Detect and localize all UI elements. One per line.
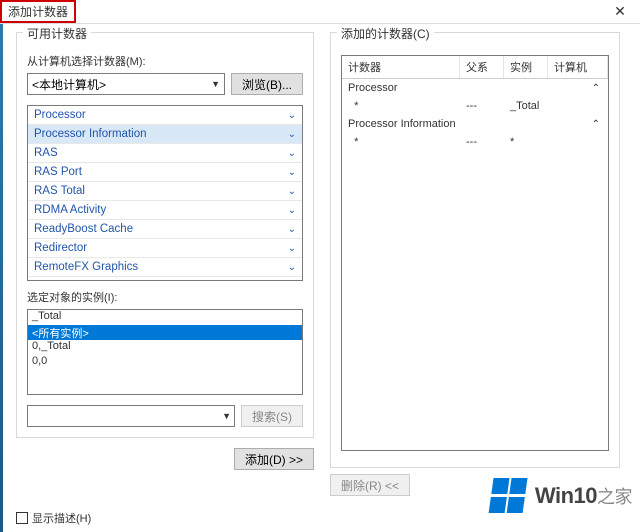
chevron-down-icon: ⌄ (288, 243, 296, 254)
window-title: 添加计数器 (0, 0, 76, 23)
chevron-down-icon: ⌄ (288, 262, 296, 273)
counter-item[interactable]: ReadyBoost Cache ⌄ (28, 220, 302, 239)
added-group-title: 添加的计数器(C) (337, 25, 434, 42)
th-instance[interactable]: 实例 (504, 56, 548, 78)
instance-item[interactable]: _Total (28, 310, 302, 325)
from-computer-label: 从计算机选择计数器(M): (27, 53, 303, 69)
close-button[interactable]: ✕ (600, 0, 640, 24)
counter-item-label: Redirector (34, 242, 87, 254)
chevron-up-icon: ⌃ (592, 119, 600, 130)
chevron-up-icon: ⌃ (592, 83, 600, 94)
search-combo[interactable]: ▼ (27, 405, 235, 427)
instance-item[interactable]: 0,_Total (28, 340, 302, 355)
counter-item-label: ReadyBoost Cache (34, 223, 133, 235)
added-table-header: 计数器 父系 实例 计算机 (342, 56, 608, 79)
titlebar: 添加计数器 ✕ (0, 0, 640, 24)
counter-item[interactable]: RAS ⌄ (28, 144, 302, 163)
counter-item[interactable]: Processor Information ⌄ (28, 125, 302, 144)
windows-logo-icon (488, 478, 529, 514)
instances-label: 选定对象的实例(I): (27, 289, 303, 305)
instance-item[interactable]: <所有实例> (28, 325, 302, 340)
computer-combo-value: <本地计算机> (32, 76, 106, 93)
available-counters-group: 可用计数器 从计算机选择计数器(M): <本地计算机> ▼ 浏览(B)... P… (16, 32, 314, 438)
chevron-down-icon: ▼ (222, 411, 231, 421)
th-counter[interactable]: 计数器 (342, 56, 460, 78)
window-left-edge (0, 24, 3, 532)
counter-list[interactable]: Processor⌄Processor Information⌄RAS⌄RAS … (27, 105, 303, 281)
search-button[interactable]: 搜索(S) (241, 405, 303, 427)
counter-item-label: RemoteFX Graphics (34, 261, 138, 273)
chevron-down-icon: ⌄ (288, 148, 296, 159)
chevron-down-icon: ▼ (211, 79, 220, 89)
added-counters-group: 添加的计数器(C) 计数器 父系 实例 计算机 Processor⌃ *---_… (330, 32, 620, 468)
chevron-down-icon: ⌄ (288, 110, 296, 121)
available-group-title: 可用计数器 (23, 25, 91, 42)
added-header-label: Processor (348, 82, 466, 94)
watermark: Win10之家 (491, 478, 632, 514)
counter-item[interactable]: RAS Total ⌄ (28, 182, 302, 201)
remove-button[interactable]: 删除(R) << (330, 474, 410, 496)
counter-item-label: RDMA Activity (34, 204, 106, 216)
show-description-label: 显示描述(H) (32, 510, 91, 526)
counter-item[interactable]: Processor ⌄ (28, 106, 302, 125)
counter-item-label: RAS Total (34, 185, 85, 197)
added-data-row[interactable]: *---_Total (342, 97, 608, 115)
chevron-down-icon: ⌄ (288, 167, 296, 178)
added-header-label: Processor Information (348, 118, 466, 130)
chevron-down-icon: ⌄ (288, 224, 296, 235)
chevron-down-icon: ⌄ (288, 186, 296, 197)
chevron-down-icon: ⌄ (288, 205, 296, 216)
instances-list[interactable]: _Total<所有实例>0,_Total0,0 (27, 309, 303, 395)
counter-item[interactable]: RemoteFX Graphics ⌄ (28, 258, 302, 277)
close-icon: ✕ (614, 3, 626, 20)
instance-item[interactable]: 0,0 (28, 355, 302, 370)
added-group-header[interactable]: Processor ⌃ (342, 79, 608, 97)
counter-item-label: Processor (34, 109, 86, 121)
th-computer[interactable]: 计算机 (548, 56, 608, 78)
th-parent[interactable]: 父系 (460, 56, 504, 78)
added-table-body[interactable]: Processor⌃ *---_TotalProcessor Informati… (342, 79, 608, 450)
added-group-header[interactable]: Processor Information ⌃ (342, 115, 608, 133)
watermark-text: Win10之家 (535, 483, 632, 509)
added-data-row[interactable]: *---* (342, 133, 608, 151)
show-description-row[interactable]: 显示描述(H) (16, 510, 91, 526)
counter-item[interactable]: RDMA Activity ⌄ (28, 201, 302, 220)
counter-item-label: Processor Information (34, 128, 147, 140)
counter-item[interactable]: Redirector ⌄ (28, 239, 302, 258)
chevron-down-icon: ⌄ (288, 129, 296, 140)
counter-item-label: RAS (34, 147, 58, 159)
show-description-checkbox[interactable] (16, 512, 28, 524)
computer-combo[interactable]: <本地计算机> ▼ (27, 73, 225, 95)
counter-item[interactable]: RAS Port ⌄ (28, 163, 302, 182)
browse-button[interactable]: 浏览(B)... (231, 73, 303, 95)
counter-item-label: RAS Port (34, 166, 82, 178)
added-table: 计数器 父系 实例 计算机 Processor⌃ *---_TotalProce… (341, 55, 609, 451)
add-button[interactable]: 添加(D) >> (234, 448, 314, 470)
